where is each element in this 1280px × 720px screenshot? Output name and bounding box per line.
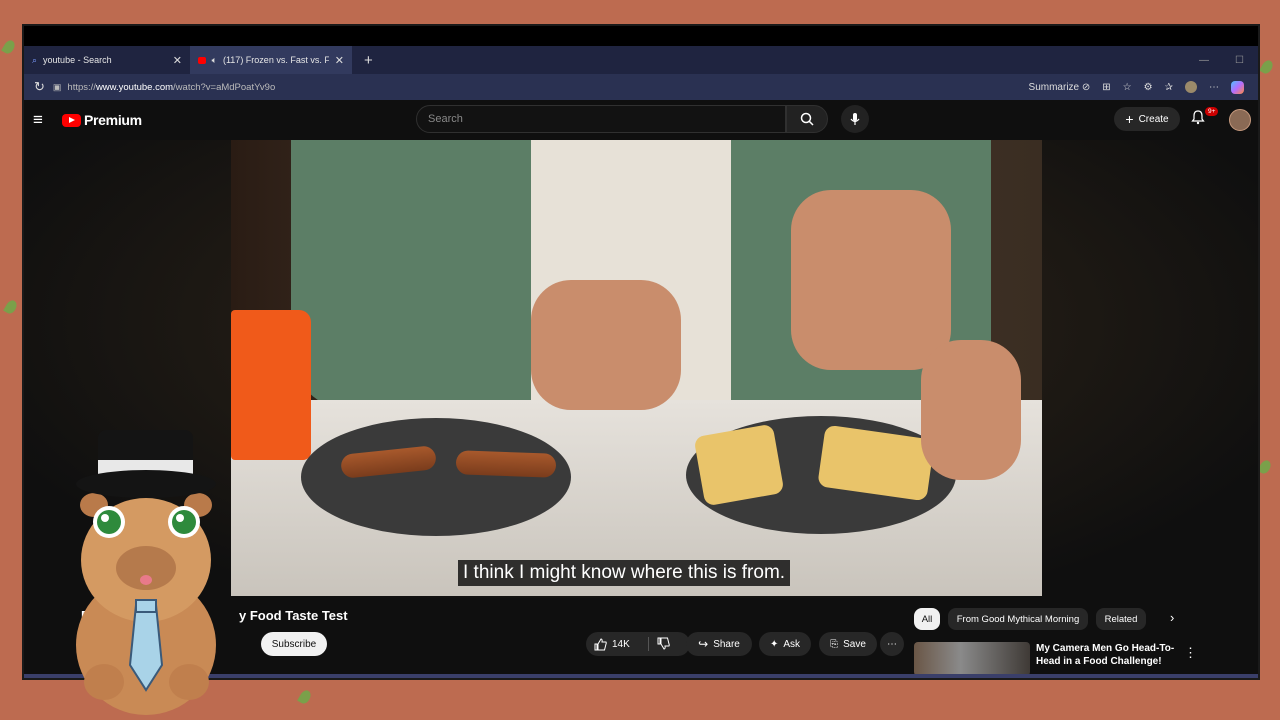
microphone-icon — [850, 113, 860, 125]
like-count: 14K — [612, 638, 630, 650]
search-input[interactable]: Search — [416, 105, 786, 133]
video-sausage — [455, 450, 557, 478]
window-controls: — ☐ — [1199, 55, 1258, 66]
reload-icon[interactable]: ↻ — [24, 79, 53, 95]
summarize-button[interactable]: Summarize ⊘ — [1029, 82, 1091, 93]
youtube-favicon-icon — [198, 56, 206, 64]
more-options-icon[interactable]: ⋯ — [1209, 82, 1219, 93]
top-letterbox — [24, 26, 1258, 46]
youtube-logo[interactable]: Premium — [62, 112, 142, 128]
dislike-button[interactable] — [657, 637, 670, 653]
tab-label: (117) Frozen vs. Fast vs. Fancy — [222, 55, 329, 65]
plus-icon: + — [1125, 111, 1134, 127]
close-icon[interactable]: ✕ — [335, 54, 344, 67]
tab-video[interactable]: 🔈︎ (117) Frozen vs. Fast vs. Fancy ✕ — [190, 46, 352, 74]
video-caption: I think I might know where this is from. — [458, 560, 791, 586]
tab-bar: ⌕ youtube - Search ✕ 🔈︎ (117) Frozen vs.… — [24, 46, 1258, 74]
speaker-icon[interactable]: 🔈︎ — [212, 55, 217, 66]
new-tab-button[interactable]: + — [352, 52, 385, 69]
related-video-thumbnail[interactable] — [914, 642, 1030, 676]
chip-all[interactable]: All — [914, 608, 940, 630]
bookmark-icon: ⎘ — [830, 638, 839, 650]
avatar[interactable] — [1229, 109, 1251, 131]
copilot-icon[interactable] — [1231, 80, 1244, 94]
search-icon — [800, 112, 814, 126]
address-bar-row: ↻ ▣ https://www.youtube.com/watch?v=aMdP… — [24, 74, 1258, 100]
search-icon: ⌕ — [32, 54, 38, 65]
save-button[interactable]: ⎘ Save — [819, 632, 877, 656]
youtube-play-icon — [62, 113, 81, 127]
chip-related[interactable]: Related — [1096, 608, 1146, 630]
more-options-icon: ⋯ — [887, 638, 897, 650]
share-icon: ↪ — [698, 637, 709, 651]
url-field[interactable]: ▣ https://www.youtube.com/watch?v=aMdPoa… — [53, 77, 275, 97]
maximize-icon[interactable]: ☐ — [1235, 55, 1244, 66]
video-title-right: y Food Taste Test — [239, 608, 348, 623]
browser-profile-avatar[interactable] — [1185, 81, 1197, 93]
subscribe-button[interactable]: Subscribe — [261, 632, 327, 656]
thumbs-up-icon — [594, 637, 607, 650]
save-label: Save — [843, 638, 866, 650]
vertical-more-icon[interactable]: ⋮ — [1184, 645, 1197, 661]
ask-button[interactable]: ✦ Ask — [759, 632, 811, 656]
video-hand — [791, 190, 951, 370]
notifications-bell-icon[interactable] — [1190, 109, 1206, 130]
apps-icon[interactable]: ⊞ — [1102, 82, 1110, 93]
capybara-mascot-overlay — [76, 430, 216, 715]
share-label: Share — [713, 638, 740, 650]
video-hand — [531, 280, 681, 410]
favorites-icon[interactable]: ✰ — [1165, 82, 1173, 93]
share-button[interactable]: ↪ Share — [686, 632, 752, 656]
sparkle-icon: ✦ — [769, 638, 779, 650]
video-french-toast — [693, 423, 785, 507]
like-dislike-group: 14K — [586, 632, 690, 656]
like-button[interactable]: 14K — [594, 637, 630, 651]
browser-toolbar: Summarize ⊘ ⊞ ☆ ⚙ ✰ ⋯ — [1029, 80, 1258, 94]
search-button[interactable] — [786, 105, 828, 133]
more-actions-button[interactable]: ⋯ — [880, 632, 904, 656]
minimize-icon[interactable]: — — [1199, 55, 1209, 66]
brand-label: Premium — [84, 112, 142, 128]
thumbs-down-icon — [657, 637, 670, 650]
create-button[interactable]: + Create — [1114, 107, 1180, 131]
close-icon[interactable]: ✕ — [173, 54, 182, 67]
hamburger-menu-icon[interactable]: ≡ — [24, 110, 62, 130]
chevron-right-icon[interactable]: › — [1170, 610, 1174, 625]
summarize-icon: ⊘ — [1081, 81, 1091, 93]
tab-label: youtube - Search — [43, 55, 112, 65]
page-info-icon[interactable]: ▣ — [53, 82, 62, 93]
video-hand — [921, 340, 1021, 480]
ask-label: Ask — [783, 638, 801, 650]
extension-icon[interactable]: ⚙ — [1144, 82, 1153, 93]
create-label: Create — [1138, 113, 1169, 125]
voice-search-button[interactable] — [841, 105, 869, 133]
related-video-title[interactable]: My Camera Men Go Head-To-Head in a Food … — [1036, 642, 1176, 668]
notification-count-badge: 9+ — [1205, 107, 1219, 116]
favorite-star-icon[interactable]: ☆ — [1123, 82, 1132, 93]
video-plate-left — [301, 418, 571, 536]
chip-from-good-mythical-morning[interactable]: From Good Mythical Morning — [948, 608, 1088, 630]
url-text: https://www.youtube.com/watch?v=aMdPoatY… — [67, 81, 276, 93]
tab-youtube-search[interactable]: ⌕ youtube - Search ✕ — [24, 46, 190, 74]
like-divider — [648, 637, 649, 651]
video-player[interactable]: I think I might know where this is from. — [231, 140, 1042, 596]
youtube-header: ≡ Premium Search + Create 9+ — [24, 100, 1258, 140]
